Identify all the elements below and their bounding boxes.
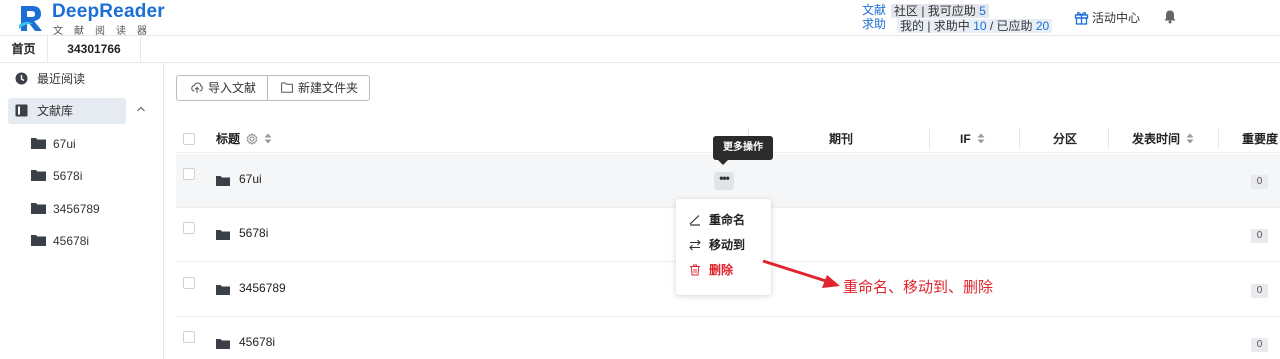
column-published[interactable]: 发表时间 <box>1132 125 1194 153</box>
tooltip-arrow <box>718 160 728 165</box>
activity-label: 活动中心 <box>1092 11 1141 25</box>
answered-text: / 已应助 <box>989 19 1033 33</box>
column-divider <box>1019 129 1020 149</box>
clock-icon <box>15 72 28 85</box>
column-published-label: 发表时间 <box>1132 132 1181 146</box>
trash-icon <box>690 264 700 276</box>
column-if[interactable]: IF <box>960 125 985 153</box>
sidebar-folder-label: 45678i <box>53 234 90 248</box>
import-label: 导入文献 <box>208 81 257 95</box>
tab-home[interactable]: 首页 <box>0 36 48 62</box>
column-partition[interactable]: 分区 <box>1053 125 1077 153</box>
new-folder-label: 新建文件夹 <box>298 81 359 95</box>
row-title[interactable]: 5678i <box>239 226 268 240</box>
folder-icon <box>31 138 46 149</box>
mine-text: 我的 | 求助中 <box>900 19 970 33</box>
top-header: DeepReader 文献阅读器 文献求助 社区 | 我可应助 5 我的 | 求… <box>0 0 1280 37</box>
gear-icon[interactable] <box>246 132 258 146</box>
folder-icon <box>31 235 46 246</box>
column-divider <box>1108 129 1109 149</box>
more-actions-button[interactable]: ••• <box>714 172 734 190</box>
answered-count: 20 <box>1035 19 1050 33</box>
community-text: 社区 | 我可应助 <box>894 4 976 18</box>
menu-item-label: 重命名 <box>709 213 746 227</box>
folder-icon <box>216 230 230 240</box>
row-checkbox[interactable] <box>183 277 195 289</box>
brand-subtitle: 文献阅读器 <box>53 26 158 37</box>
column-title[interactable]: 标题 <box>216 125 272 153</box>
swap-icon <box>689 239 701 251</box>
import-button[interactable]: 导入文献 <box>176 75 268 101</box>
logo[interactable]: DeepReader 文献阅读器 <box>18 1 168 37</box>
activity-center-button[interactable]: 活动中心 <box>1074 9 1140 26</box>
table-row[interactable]: 45678i 0 <box>176 317 1280 359</box>
gift-icon <box>1074 11 1089 25</box>
menu-item-label: 移动到 <box>709 238 746 252</box>
sidebar-item-label: 最近阅读 <box>37 72 86 86</box>
brand-name: DeepReader <box>52 1 165 22</box>
sidebar-item-label: 文献库 <box>37 104 74 118</box>
row-checkbox[interactable] <box>183 331 195 343</box>
importance-badge: 0 <box>1251 284 1268 298</box>
importance-badge: 0 <box>1251 338 1268 352</box>
notification-bell-icon[interactable] <box>1163 9 1177 27</box>
sidebar-item-recent[interactable]: 最近阅读 <box>8 66 126 92</box>
sidebar-folder-label: 3456789 <box>53 202 100 216</box>
my-stats[interactable]: 我的 | 求助中 10 / 已应助 20 <box>897 19 1053 33</box>
deepreader-logo-icon <box>19 6 42 31</box>
folder-icon <box>216 339 230 349</box>
importance-badge: 0 <box>1251 229 1268 243</box>
more-actions-tooltip: 更多操作 <box>713 136 773 160</box>
column-journal[interactable]: 期刊 <box>829 125 853 153</box>
tab-bar: 首页 34301766 <box>0 36 1280 63</box>
edit-icon <box>689 215 700 226</box>
new-folder-button[interactable]: 新建文件夹 <box>267 75 370 101</box>
help-label: 文献求助 <box>861 3 886 31</box>
row-checkbox[interactable] <box>183 168 195 180</box>
upload-icon <box>191 82 203 93</box>
row-title[interactable]: 45678i <box>239 335 275 349</box>
column-divider <box>929 129 930 149</box>
column-importance[interactable]: 重要度 <box>1242 125 1278 153</box>
sort-icon[interactable] <box>1186 133 1194 144</box>
community-count: 5 <box>979 4 986 18</box>
column-divider <box>1218 129 1219 149</box>
folder-icon <box>216 285 230 295</box>
sort-icon[interactable] <box>977 133 985 144</box>
pending-count: 10 <box>973 19 987 33</box>
chevron-up-icon[interactable] <box>136 104 146 114</box>
row-checkbox[interactable] <box>183 222 195 234</box>
row-title[interactable]: 67ui <box>239 172 262 186</box>
tab-document[interactable]: 34301766 <box>48 36 141 62</box>
sort-icon[interactable] <box>264 133 272 144</box>
column-if-label: IF <box>960 132 971 146</box>
folder-icon <box>216 176 230 186</box>
menu-item-label: 删除 <box>709 263 734 277</box>
select-all-checkbox[interactable] <box>183 133 195 145</box>
community-stats[interactable]: 社区 | 我可应助 5 <box>891 4 989 18</box>
menu-item-rename[interactable]: 重命名 <box>676 208 771 232</box>
annotation-arrow <box>762 259 840 288</box>
folder-icon <box>31 203 46 214</box>
sidebar: 最近阅读 文献库 67ui 5678i 3456789 45678i <box>0 63 164 359</box>
context-menu: 重命名 移动到 删除 <box>676 199 771 295</box>
folder-icon <box>31 170 46 181</box>
sidebar-folder-label: 5678i <box>53 169 83 183</box>
column-title-label: 标题 <box>216 132 241 146</box>
annotation-text: 重命名、移动到、删除 <box>843 279 994 296</box>
menu-item-delete[interactable]: 删除 <box>676 258 771 282</box>
row-title[interactable]: 3456789 <box>239 281 286 295</box>
folder-outline-icon <box>281 82 293 93</box>
menu-item-move[interactable]: 移动到 <box>676 233 771 257</box>
book-icon <box>15 104 28 117</box>
sidebar-folder-label: 67ui <box>53 137 76 151</box>
importance-badge: 0 <box>1251 175 1268 189</box>
sidebar-item-library[interactable]: 文献库 <box>8 98 126 124</box>
